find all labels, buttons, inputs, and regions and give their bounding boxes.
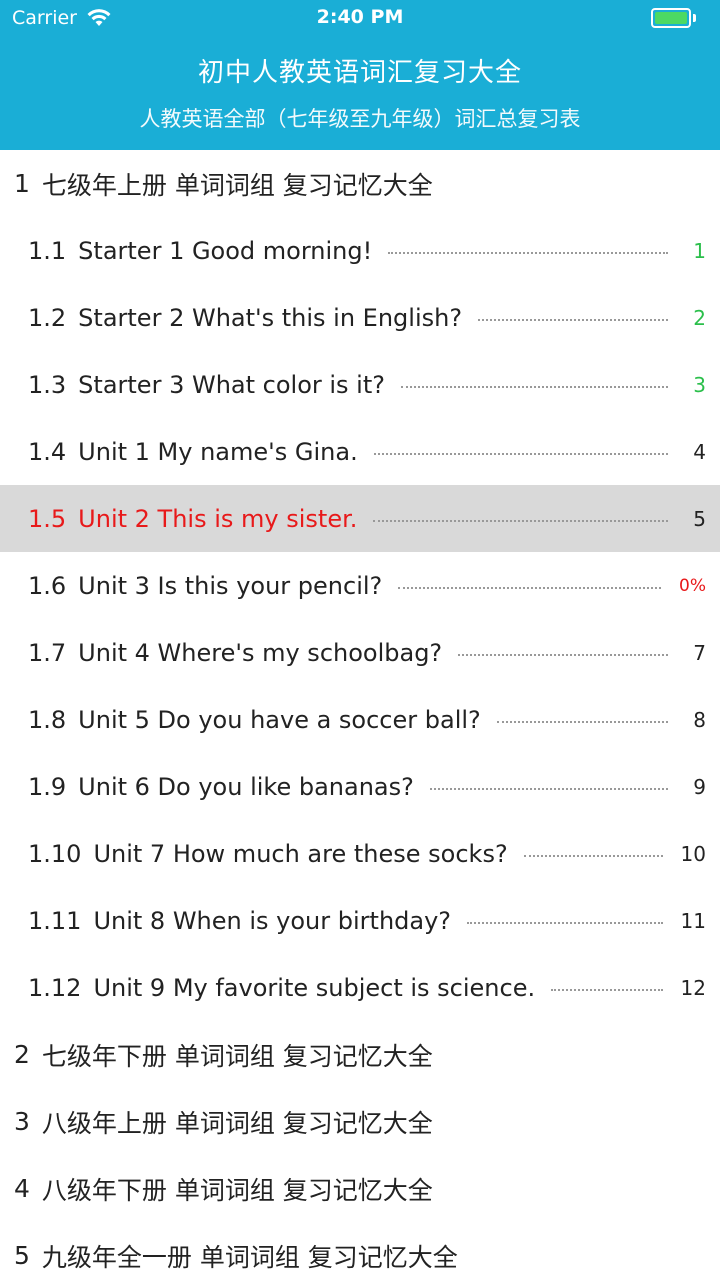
lesson-page: 11 bbox=[680, 908, 706, 933]
lesson-title: Unit 3 Is this your pencil? bbox=[78, 571, 383, 600]
lesson-title: Unit 1 My name's Gina. bbox=[78, 437, 358, 466]
lesson-row[interactable]: 1.9 Unit 6 Do you like bananas? 9 bbox=[0, 753, 720, 820]
lesson-title: Unit 7 How much are these socks? bbox=[93, 839, 508, 868]
section-number: 3 bbox=[14, 1107, 30, 1136]
section-label: 八级年上册 单词词组 复习记忆大全 bbox=[41, 1108, 433, 1138]
lesson-page: 3 bbox=[693, 372, 706, 397]
lesson-number: 1.1 bbox=[28, 236, 67, 265]
battery-icon bbox=[651, 8, 691, 28]
dotted-leader bbox=[398, 586, 662, 589]
section-4[interactable]: 4 八级年下册 单词词组 复习记忆大全 bbox=[0, 1155, 720, 1222]
dotted-leader bbox=[429, 787, 668, 790]
lesson-title: Unit 2 This is my sister. bbox=[78, 504, 358, 533]
lesson-row[interactable]: 1.1 Starter 1 Good morning! 1 bbox=[0, 217, 720, 284]
lesson-number: 1.2 bbox=[28, 303, 67, 332]
lesson-page: 10 bbox=[680, 841, 706, 866]
lesson-page: 12 bbox=[680, 975, 706, 1000]
section-1[interactable]: 1 七级年上册 单词词组 复习记忆大全 bbox=[0, 150, 720, 217]
lesson-row[interactable]: 1.10 Unit 7 How much are these socks? 10 bbox=[0, 820, 720, 887]
dotted-leader bbox=[551, 988, 663, 991]
lesson-row[interactable]: 1.8 Unit 5 Do you have a soccer ball? 8 bbox=[0, 686, 720, 753]
lesson-title: Unit 4 Where's my schoolbag? bbox=[78, 638, 443, 667]
page-subtitle: 人教英语全部（七年级至九年级）词汇总复习表 bbox=[139, 107, 581, 131]
lesson-row[interactable]: 1.7 Unit 4 Where's my schoolbag? 7 bbox=[0, 619, 720, 686]
lesson-page: 5 bbox=[693, 506, 706, 531]
lesson-progress: 0% bbox=[679, 575, 706, 596]
lesson-row[interactable]: 1.5 Unit 2 This is my sister. 5 bbox=[0, 485, 720, 552]
app-header: Carrier 2:40 PM 初中人教英语词汇复习大全 人教英语全部（七年级至… bbox=[0, 0, 720, 150]
lesson-number: 1.11 bbox=[28, 906, 82, 935]
lesson-title: Unit 6 Do you like bananas? bbox=[78, 772, 414, 801]
section-number: 2 bbox=[14, 1040, 30, 1069]
dotted-leader bbox=[467, 921, 663, 924]
lesson-page: 8 bbox=[693, 707, 706, 732]
section-label: 九级年全一册 单词词组 复习记忆大全 bbox=[41, 1242, 458, 1272]
lesson-page: 1 bbox=[693, 238, 706, 263]
section-5[interactable]: 5 九级年全一册 单词词组 复习记忆大全 bbox=[0, 1222, 720, 1280]
lesson-title: Starter 1 Good morning! bbox=[78, 236, 373, 265]
dotted-leader bbox=[478, 318, 668, 321]
clock: 2:40 PM bbox=[316, 6, 404, 28]
lesson-page: 9 bbox=[693, 774, 706, 799]
lesson-number: 1.5 bbox=[28, 504, 67, 533]
battery-tip bbox=[693, 14, 696, 22]
lesson-row[interactable]: 1.6 Unit 3 Is this your pencil? 0% bbox=[0, 552, 720, 619]
lesson-number: 1.10 bbox=[28, 839, 82, 868]
section-label: 八级年下册 单词词组 复习记忆大全 bbox=[41, 1175, 433, 1205]
dotted-leader bbox=[496, 720, 668, 723]
lesson-row[interactable]: 1.11 Unit 8 When is your birthday? 11 bbox=[0, 887, 720, 954]
dotted-leader bbox=[401, 385, 668, 388]
lesson-row[interactable]: 1.3 Starter 3 What color is it? 3 bbox=[0, 351, 720, 418]
lesson-title: Unit 5 Do you have a soccer ball? bbox=[78, 705, 481, 734]
lesson-row[interactable]: 1.2 Starter 2 What's this in English? 2 bbox=[0, 284, 720, 351]
lesson-number: 1.7 bbox=[28, 638, 67, 667]
section-3[interactable]: 3 八级年上册 单词词组 复习记忆大全 bbox=[0, 1088, 720, 1155]
lesson-number: 1.6 bbox=[28, 571, 67, 600]
lesson-page: 2 bbox=[693, 305, 706, 330]
page-title: 初中人教英语词汇复习大全 bbox=[197, 58, 522, 88]
dotted-leader bbox=[373, 519, 668, 522]
section-number: 5 bbox=[14, 1241, 30, 1270]
lesson-title: Starter 3 What color is it? bbox=[78, 370, 385, 399]
lesson-row[interactable]: 1.4 Unit 1 My name's Gina. 4 bbox=[0, 418, 720, 485]
table-of-contents: 1 七级年上册 单词词组 复习记忆大全 1.1 Starter 1 Good m… bbox=[0, 150, 720, 1280]
lesson-title: Unit 9 My favorite subject is science. bbox=[93, 973, 536, 1002]
lesson-row[interactable]: 1.12 Unit 9 My favorite subject is scien… bbox=[0, 954, 720, 1021]
lesson-title: Unit 8 When is your birthday? bbox=[93, 906, 452, 935]
lesson-number: 1.12 bbox=[28, 973, 82, 1002]
section-number: 1 bbox=[14, 169, 30, 198]
lesson-number: 1.9 bbox=[28, 772, 67, 801]
lesson-page: 4 bbox=[693, 439, 706, 464]
lesson-number: 1.8 bbox=[28, 705, 67, 734]
section-2[interactable]: 2 七级年下册 单词词组 复习记忆大全 bbox=[0, 1021, 720, 1088]
dotted-leader bbox=[388, 251, 668, 254]
lesson-page: 7 bbox=[693, 640, 706, 665]
status-bar: Carrier 2:40 PM bbox=[0, 0, 720, 36]
section-number: 4 bbox=[14, 1174, 30, 1203]
section-label: 七级年下册 单词词组 复习记忆大全 bbox=[41, 1041, 433, 1071]
dotted-leader bbox=[523, 854, 663, 857]
dotted-leader bbox=[373, 452, 668, 455]
dotted-leader bbox=[458, 653, 668, 656]
lesson-number: 1.3 bbox=[28, 370, 67, 399]
section-label: 七级年上册 单词词组 复习记忆大全 bbox=[41, 170, 433, 200]
lesson-number: 1.4 bbox=[28, 437, 67, 466]
lesson-title: Starter 2 What's this in English? bbox=[78, 303, 463, 332]
